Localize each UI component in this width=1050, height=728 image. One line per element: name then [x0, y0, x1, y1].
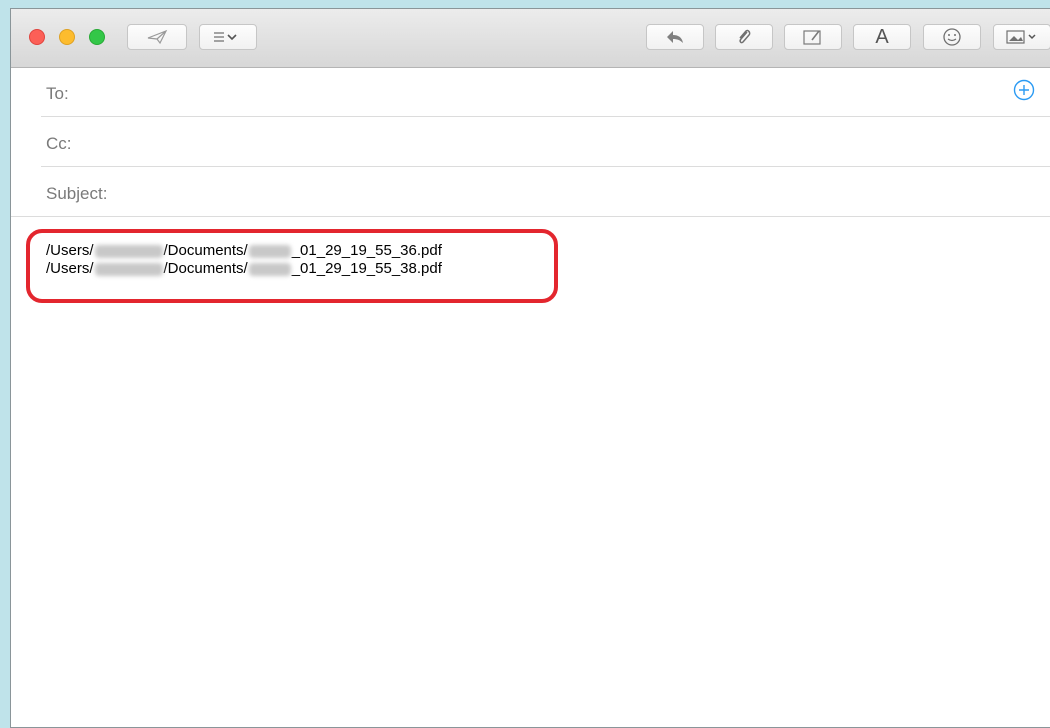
redacted-username [94, 244, 163, 258]
file-path-line: /Users/ /Documents/ _01_29_19_55_38.pdf [46, 260, 442, 278]
list-chevron-icon [212, 30, 244, 44]
close-window-button[interactable] [29, 29, 45, 45]
reply-arrow-icon [665, 29, 685, 45]
path-suffix: _01_29_19_55_38.pdf [291, 260, 442, 277]
divider [11, 216, 1050, 217]
reply-button[interactable] [646, 24, 704, 50]
photo-icon [1005, 29, 1039, 45]
zoom-window-button[interactable] [89, 29, 105, 45]
add-contact-icon[interactable] [1013, 79, 1035, 101]
cc-label: Cc: [46, 134, 72, 153]
subject-label: Subject: [46, 184, 108, 203]
to-label: To: [46, 84, 69, 103]
format-button[interactable]: A [853, 24, 911, 50]
cc-field[interactable]: Cc: [11, 117, 1050, 167]
attach-button[interactable] [715, 24, 773, 50]
path-middle: /Documents/ [163, 242, 248, 259]
emoji-button[interactable] [923, 24, 981, 50]
smiley-icon [942, 27, 962, 47]
toolbar: A [11, 9, 1050, 68]
letter-a-icon: A [875, 25, 889, 48]
redacted-filename [248, 244, 291, 258]
subject-field[interactable]: Subject: [11, 167, 1050, 217]
markup-icon [802, 28, 824, 46]
path-suffix: _01_29_19_55_36.pdf [291, 242, 442, 259]
redacted-username [94, 262, 163, 276]
mail-compose-window: A To: Cc: Subject: /Users/ /Documents/ _… [10, 8, 1050, 728]
markup-button[interactable] [784, 24, 842, 50]
paper-plane-icon [146, 29, 168, 45]
send-button[interactable] [127, 24, 187, 50]
path-middle: /Documents/ [163, 260, 248, 277]
minimize-window-button[interactable] [59, 29, 75, 45]
message-body[interactable]: /Users/ /Documents/ _01_29_19_55_36.pdf … [46, 242, 442, 278]
header-fields-button[interactable] [199, 24, 257, 50]
path-prefix: /Users/ [46, 260, 94, 277]
paperclip-icon [736, 27, 752, 47]
to-field[interactable]: To: [11, 67, 1050, 117]
redacted-filename [248, 262, 291, 276]
path-prefix: /Users/ [46, 242, 94, 259]
photo-browser-button[interactable] [993, 24, 1050, 50]
file-path-line: /Users/ /Documents/ _01_29_19_55_36.pdf [46, 242, 442, 260]
